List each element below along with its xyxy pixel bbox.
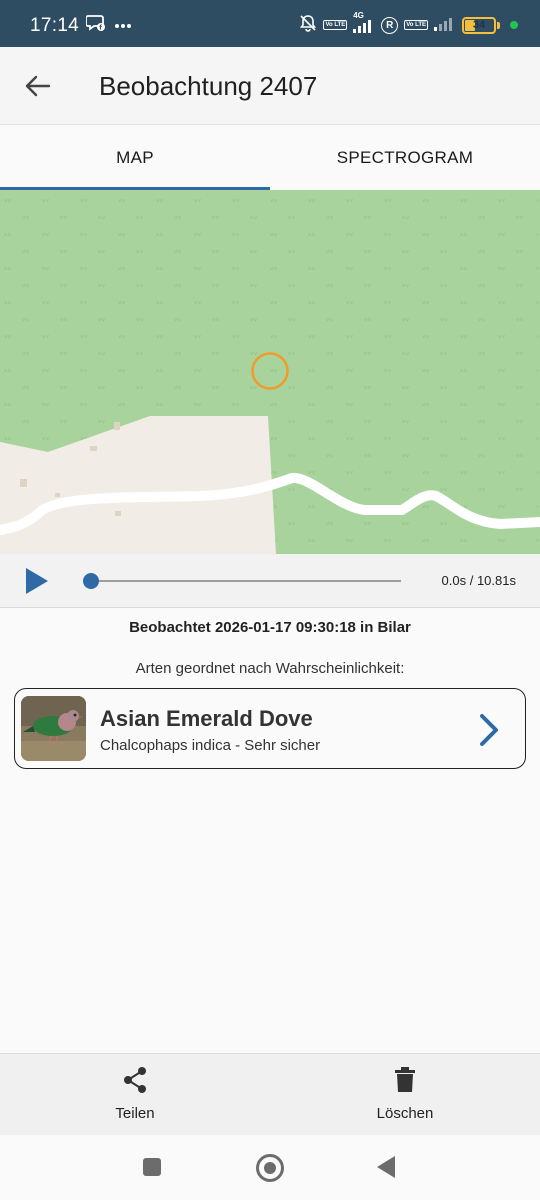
silent-bell-icon <box>299 14 317 37</box>
status-left-icons: f <box>85 14 132 37</box>
home-icon[interactable] <box>256 1154 284 1182</box>
species-photo <box>21 696 86 761</box>
map-building <box>114 422 120 430</box>
map-view[interactable]: ᵥᵥ ᵥᵥ <box>0 190 540 554</box>
battery-text: 34 <box>472 19 486 31</box>
more-dots-icon <box>114 16 132 34</box>
network-type: 4G <box>353 11 364 20</box>
tab-bar: MAP SPECTROGRAM <box>0 125 540 190</box>
svg-text:f: f <box>99 24 102 31</box>
signal-icon: 4G <box>353 11 375 33</box>
chevron-right-icon[interactable] <box>477 713 501 747</box>
active-dot-icon <box>510 21 518 29</box>
share-button[interactable]: Teilen <box>0 1054 270 1136</box>
delete-label: Löschen <box>376 1105 434 1122</box>
app-root: 17:14 f Vo LTE 4G R Vo LTE 34 Beobachtun… <box>0 0 540 1200</box>
observed-datetime: Beobachtet 2026-01-17 09:30:18 in Bilar <box>129 619 411 636</box>
signal-weak-icon <box>434 15 456 36</box>
map-building <box>115 511 121 516</box>
share-icon <box>121 1066 149 1094</box>
species-scientific-confidence: Chalcophaps indica - Sehr sicher <box>100 737 321 754</box>
delete-button[interactable]: Löschen <box>270 1054 540 1136</box>
map-building <box>90 446 97 451</box>
recents-icon[interactable] <box>143 1158 161 1176</box>
time-readout: 0.0s / 10.81s <box>441 573 516 588</box>
status-time: 17:14 <box>30 15 80 36</box>
map-canvas: ᵥᵥ ᵥᵥ <box>0 190 540 554</box>
share-label: Teilen <box>115 1105 155 1122</box>
page-title: Beobachtung 2407 <box>99 71 318 101</box>
home-icon-inner <box>264 1162 276 1174</box>
status-bar: 17:14 f Vo LTE 4G R Vo LTE 34 <box>0 0 540 47</box>
roaming-icon: R <box>381 16 399 34</box>
chat-notification-icon: f <box>85 14 106 37</box>
trash-icon <box>391 1066 419 1094</box>
species-card[interactable]: Asian Emerald Dove Chalcophaps indica - … <box>14 688 526 769</box>
species-common-name: Asian Emerald Dove <box>100 706 313 731</box>
volte-badge-2: Vo LTE <box>404 20 428 30</box>
play-icon <box>26 568 48 594</box>
tab-spectrogram[interactable]: SPECTROGRAM <box>270 125 540 190</box>
battery-icon: 34 <box>462 16 496 34</box>
back-icon[interactable] <box>377 1156 395 1178</box>
species-heading: Arten geordnet nach Wahrscheinlichkeit: <box>135 660 405 677</box>
arrow-back-icon <box>25 75 51 97</box>
seek-thumb[interactable] <box>83 573 99 589</box>
volte-badge-1: Vo LTE <box>323 20 348 30</box>
map-building <box>20 479 27 487</box>
battery-cap <box>497 21 500 29</box>
seek-track[interactable] <box>90 580 401 582</box>
tab-map[interactable]: MAP <box>0 125 270 190</box>
back-button[interactable] <box>18 66 58 106</box>
system-nav-bar <box>0 1135 540 1200</box>
bottom-action-bar: Teilen Löschen <box>0 1053 540 1135</box>
map-building <box>55 493 60 497</box>
audio-player: 0.0s / 10.81s <box>0 554 540 608</box>
status-right-icons: Vo LTE 4G R Vo LTE 34 <box>299 11 518 37</box>
app-bar: Beobachtung 2407 <box>0 47 540 125</box>
play-button[interactable] <box>24 566 50 596</box>
